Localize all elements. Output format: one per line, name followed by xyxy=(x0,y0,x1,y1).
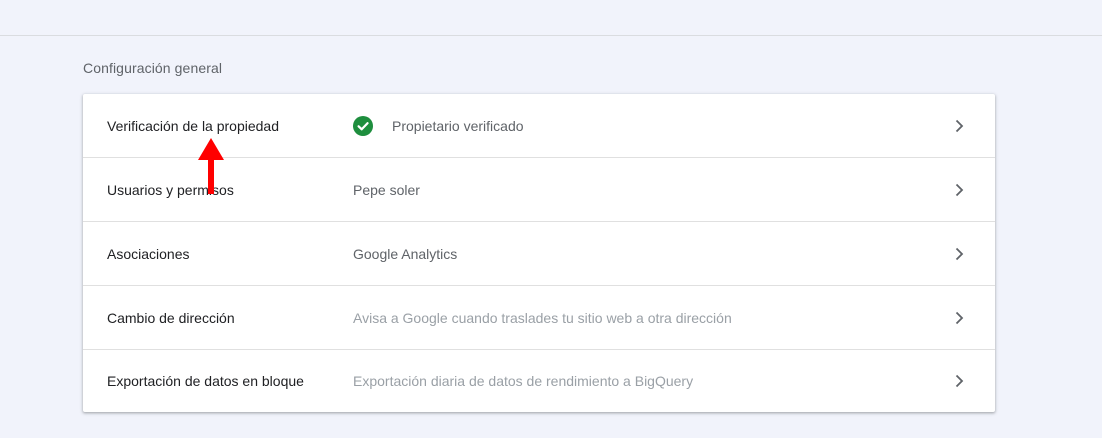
settings-row-associations[interactable]: Asociaciones Google Analytics xyxy=(83,222,995,286)
row-value: Avisa a Google cuando traslades tu sitio… xyxy=(353,309,732,326)
chevron-right-icon xyxy=(955,374,964,388)
top-bar xyxy=(0,0,1102,36)
row-value: Google Analytics xyxy=(353,245,458,262)
row-label: Cambio de dirección xyxy=(107,309,235,326)
row-value-text: Propietario verificado xyxy=(392,117,524,134)
chevron-right-icon xyxy=(955,311,964,324)
row-label: Verificación de la propiedad xyxy=(107,117,280,134)
row-label: Asociaciones xyxy=(107,245,190,262)
chevron-right-icon xyxy=(955,183,964,196)
row-label: Exportación de datos en bloque xyxy=(107,373,304,389)
settings-row-bulk-data-export[interactable]: Exportación de datos en bloque Exportaci… xyxy=(83,350,995,412)
annotation-arrow-icon xyxy=(198,138,224,194)
settings-row-change-of-address[interactable]: Cambio de dirección Avisa a Google cuand… xyxy=(83,286,995,350)
row-value: Propietario verificado xyxy=(353,115,524,136)
chevron-right-icon xyxy=(955,119,964,132)
row-value: Exportación diaria de datos de rendimien… xyxy=(353,373,694,389)
chevron-right-icon xyxy=(955,247,964,260)
row-value: Pepe soler xyxy=(353,181,420,198)
check-circle-icon xyxy=(353,115,373,136)
section-title: Configuración general xyxy=(83,60,223,76)
